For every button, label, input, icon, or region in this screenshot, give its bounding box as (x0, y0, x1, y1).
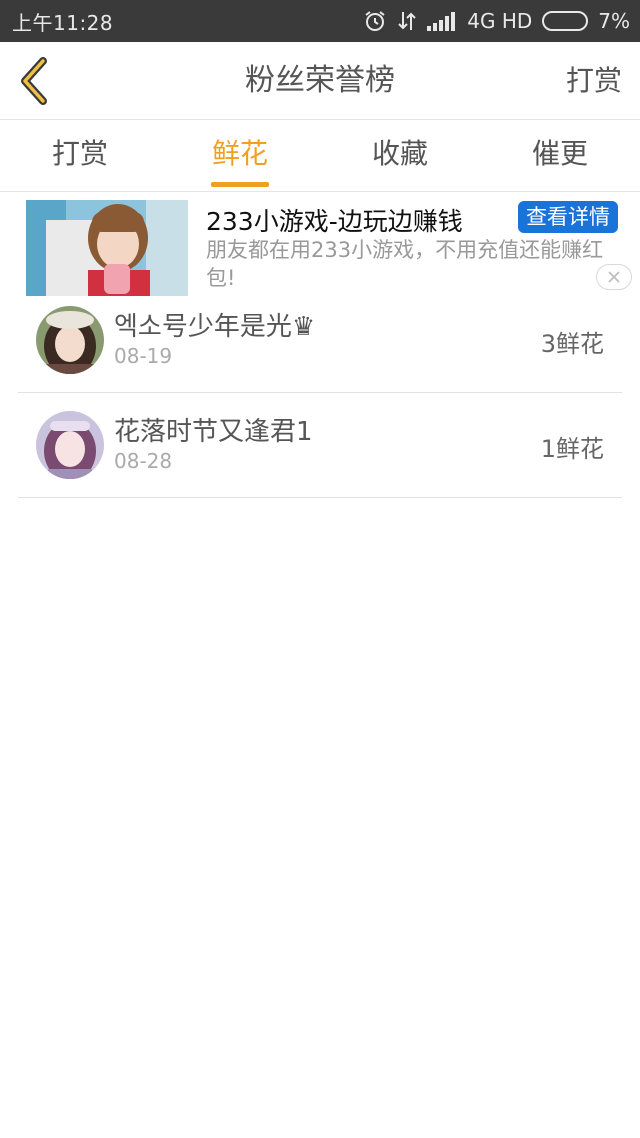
header: 粉丝荣誉榜 打赏 (0, 42, 640, 120)
page-title: 粉丝荣誉榜 (245, 63, 395, 98)
ad-image (26, 200, 188, 296)
fan-date: 08-19 (114, 344, 173, 368)
tab-favorites[interactable]: 收藏 (320, 120, 480, 191)
tab-label: 鲜花 (211, 137, 268, 170)
fan-list: 엑소号少年是光♛ 08-19 3鲜花 花落时节又逢君1 08-28 1鲜花 (18, 288, 622, 498)
tab-label: 收藏 (371, 137, 428, 170)
ad-close-button[interactable] (596, 264, 632, 290)
chevron-left-icon (21, 57, 47, 105)
flower-count: 1鲜花 (540, 435, 604, 463)
status-time: 上午11:28 (12, 10, 114, 35)
tab-bar: 打赏 鲜花 收藏 催更 (0, 120, 640, 192)
data-transfer-icon (397, 10, 417, 32)
signal-icon (427, 11, 457, 31)
list-item[interactable]: 花落时节又逢君1 08-28 1鲜花 (18, 393, 622, 498)
tab-label: 打赏 (51, 137, 108, 170)
tab-urge-update[interactable]: 催更 (480, 120, 640, 191)
tab-reward[interactable]: 打赏 (0, 120, 160, 191)
status-bar: 上午11:28 4G HD 7% (0, 0, 640, 42)
reward-button[interactable]: 打赏 (566, 42, 622, 120)
status-icons: 4G HD 7% (363, 9, 630, 33)
fan-date: 08-28 (114, 449, 173, 473)
battery-percent: 7% (598, 9, 630, 33)
ad-title: 233小游戏-边玩边赚钱 (206, 207, 463, 236)
tab-active-indicator (211, 182, 269, 187)
view-details-button[interactable]: 查看详情 (518, 201, 618, 233)
back-button[interactable] (14, 56, 54, 106)
list-item[interactable]: 엑소号少年是光♛ 08-19 3鲜花 (18, 288, 622, 393)
tab-flowers[interactable]: 鲜花 (160, 120, 320, 191)
network-type: 4G HD (467, 9, 533, 33)
fan-name: 엑소号少年是光♛ (114, 312, 316, 342)
flower-count: 3鲜花 (540, 330, 604, 358)
avatar (36, 306, 104, 374)
avatar (36, 411, 104, 479)
alarm-icon (363, 9, 387, 33)
close-icon (608, 271, 620, 283)
ad-banner[interactable]: 233小游戏-边玩边赚钱 查看详情 朋友都在用233小游戏，不用充值还能赚红包! (26, 200, 634, 296)
fan-name: 花落时节又逢君1 (114, 417, 313, 447)
battery-icon (542, 11, 589, 31)
tab-label: 催更 (531, 137, 588, 170)
ad-description: 朋友都在用233小游戏，不用充值还能赚红包! (206, 238, 604, 290)
